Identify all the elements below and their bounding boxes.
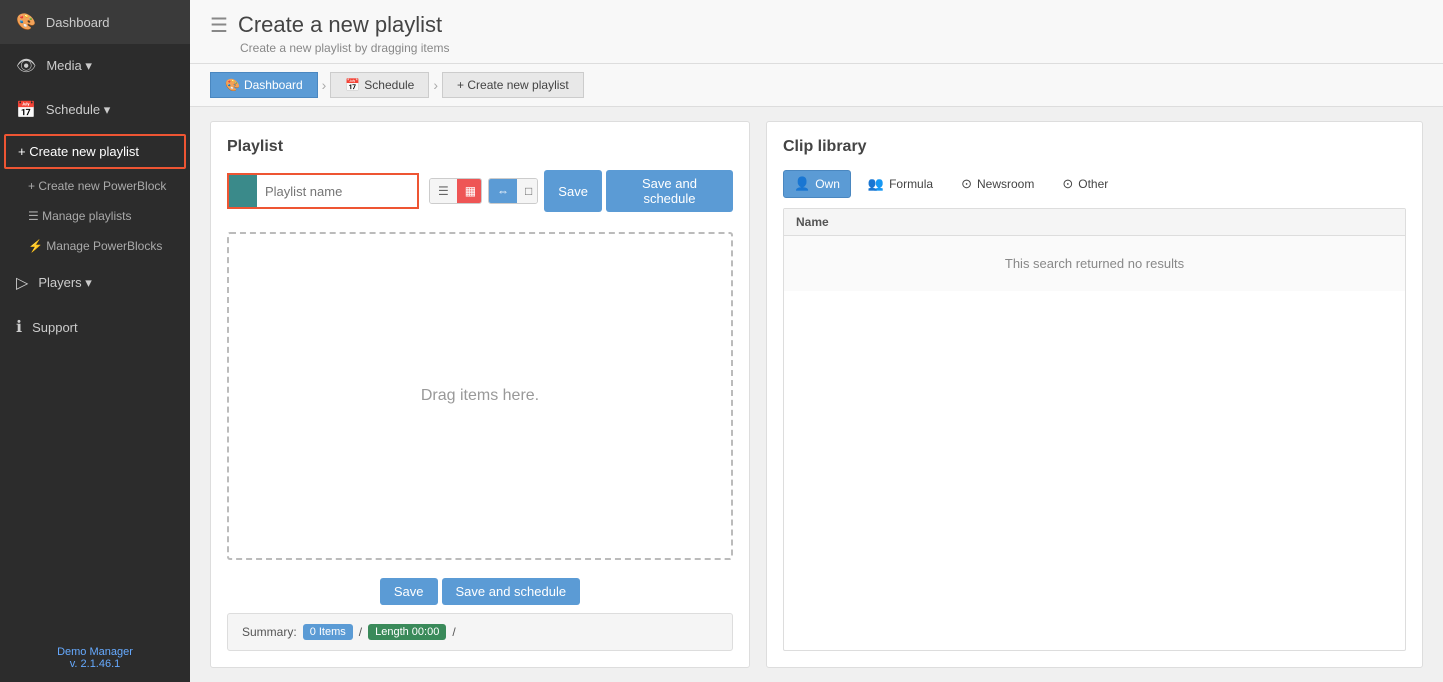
sidebar-label-schedule: Schedule ▾ — [46, 102, 110, 118]
bottom-action-btns: Save Save and schedule — [227, 578, 733, 605]
clip-table-header: Name — [784, 209, 1405, 236]
clip-tab-newsroom[interactable]: ⊙ Newsroom — [950, 170, 1045, 198]
own-tab-icon: 👤 — [794, 176, 810, 192]
breadcrumb-arrow-2: › — [433, 77, 438, 93]
newsroom-tab-label: Newsroom — [977, 177, 1034, 191]
other-tab-label: Other — [1078, 177, 1108, 191]
clip-tab-own[interactable]: 👤 Own — [783, 170, 851, 198]
breadcrumb-arrow-1: › — [322, 77, 327, 93]
players-icon: ▷ — [16, 273, 28, 293]
summary-label: Summary: — [242, 625, 297, 639]
own-tab-label: Own — [815, 177, 840, 191]
sidebar-item-manage-powerblocks[interactable]: ⚡ Manage PowerBlocks — [0, 231, 190, 261]
clip-tabs: 👤 Own 👥 Formula ⊙ Newsroom ⊙ Other — [783, 170, 1406, 198]
clip-library-title: Clip library — [783, 138, 1406, 156]
page-header: ☰ Create a new playlist Create a new pla… — [190, 0, 1443, 64]
top-action-btns: Save Save and schedule — [544, 170, 733, 212]
breadcrumb-schedule[interactable]: 📅 Schedule — [330, 72, 429, 98]
sidebar-item-players[interactable]: ▷ Players ▾ — [0, 261, 190, 305]
save-button-top[interactable]: Save — [544, 170, 602, 212]
length-badge: Length 00:00 — [368, 624, 446, 640]
version-info: Demo Manager v. 2.1.46.1 — [0, 634, 190, 682]
page-title-icon: ☰ — [210, 13, 228, 38]
breadcrumb-schedule-label: Schedule — [364, 78, 414, 92]
toggle-grid-btn[interactable]: ▦ — [457, 179, 482, 203]
breadcrumb-schedule-icon: 📅 — [345, 78, 360, 92]
sidebar-label-dashboard: Dashboard — [46, 15, 110, 30]
formula-tab-label: Formula — [889, 177, 933, 191]
summary-bar: Summary: 0 Items / Length 00:00 / — [227, 613, 733, 651]
breadcrumb-dashboard[interactable]: 🎨 Dashboard — [210, 72, 318, 98]
breadcrumb-create-playlist[interactable]: + Create new playlist — [442, 72, 584, 98]
clip-tab-formula[interactable]: 👥 Formula — [857, 170, 944, 198]
sidebar-item-dashboard[interactable]: 🎨 Dashboard — [0, 0, 190, 44]
sidebar-item-create-powerblock[interactable]: + Create new PowerBlock — [0, 171, 190, 201]
clip-table-empty: This search returned no results — [784, 236, 1405, 291]
sidebar-label-create-playlist: + Create new playlist — [18, 144, 139, 159]
sidebar-item-manage-playlists[interactable]: ☰ Manage playlists — [0, 201, 190, 231]
playlist-controls-row: ☰ ▦ ⇔ □ Save Save and schedule — [227, 170, 733, 212]
version-number: v. 2.1.46.1 — [16, 658, 174, 670]
slash-1: / — [359, 625, 362, 639]
playlist-name-wrapper — [227, 173, 419, 209]
main-content: ☰ Create a new playlist Create a new pla… — [190, 0, 1443, 682]
sidebar-label-create-powerblock: + Create new PowerBlock — [28, 179, 166, 193]
toggle-list-btn[interactable]: ☰ — [430, 179, 457, 203]
schedule-icon: 📅 — [16, 100, 36, 120]
page-title: Create a new playlist — [238, 12, 442, 38]
media-icon: 👁 — [16, 56, 36, 76]
save-schedule-button-top[interactable]: Save and schedule — [606, 170, 733, 212]
breadcrumb-create-label: + Create new playlist — [457, 78, 569, 92]
sidebar-label-players: Players ▾ — [38, 275, 92, 291]
breadcrumb: 🎨 Dashboard › 📅 Schedule › + Create new … — [190, 64, 1443, 107]
playlist-panel: Playlist ☰ ▦ ⇔ □ — [210, 121, 750, 668]
view-toggle-group: ☰ ▦ — [429, 178, 482, 204]
breadcrumb-dashboard-icon: 🎨 — [225, 78, 240, 92]
sidebar-label-manage-playlists: ☰ Manage playlists — [28, 209, 131, 223]
sidebar-item-schedule[interactable]: 📅 Schedule ▾ — [0, 88, 190, 132]
toggle-layout-left-btn[interactable]: ⇔ — [489, 179, 517, 203]
save-button-bottom[interactable]: Save — [380, 578, 438, 605]
page-subtitle: Create a new playlist by dragging items — [210, 41, 1423, 55]
slash-2: / — [452, 625, 455, 639]
toggle-layout-right-btn[interactable]: □ — [517, 179, 538, 203]
sidebar-item-media[interactable]: 👁 Media ▾ — [0, 44, 190, 88]
sidebar-label-media: Media ▾ — [46, 58, 92, 74]
dashboard-icon: 🎨 — [16, 12, 36, 32]
playlist-name-input[interactable] — [257, 179, 417, 204]
clip-library-panel: Clip library 👤 Own 👥 Formula ⊙ Newsroom … — [766, 121, 1423, 668]
other-tab-icon: ⊙ — [1062, 176, 1073, 192]
content-area: Playlist ☰ ▦ ⇔ □ — [190, 107, 1443, 682]
color-swatch[interactable] — [229, 175, 257, 207]
formula-tab-icon: 👥 — [868, 176, 884, 192]
newsroom-tab-icon: ⊙ — [961, 176, 972, 192]
version-label: Demo Manager — [16, 646, 174, 658]
sidebar-item-create-playlist[interactable]: + Create new playlist — [4, 134, 186, 169]
save-schedule-button-bottom[interactable]: Save and schedule — [442, 578, 581, 605]
sidebar-label-manage-powerblocks: ⚡ Manage PowerBlocks — [28, 239, 162, 253]
control-buttons: ☰ ▦ ⇔ □ Save Save and schedule — [429, 170, 733, 212]
page-title-row: ☰ Create a new playlist — [210, 12, 1423, 38]
drag-area-text: Drag items here. — [421, 387, 539, 405]
items-badge: 0 Items — [303, 624, 353, 640]
playlist-panel-title: Playlist — [227, 138, 733, 156]
drag-drop-area: Drag items here. — [227, 232, 733, 560]
support-icon: ℹ — [16, 317, 22, 337]
breadcrumb-dashboard-label: Dashboard — [244, 78, 303, 92]
layout-toggle-group: ⇔ □ — [488, 178, 538, 204]
clip-table: Name This search returned no results — [783, 208, 1406, 651]
sidebar-label-support: Support — [32, 320, 78, 335]
clip-tab-other[interactable]: ⊙ Other — [1051, 170, 1119, 198]
sidebar-item-support[interactable]: ℹ Support — [0, 305, 190, 349]
sidebar: 🎨 Dashboard 👁 Media ▾ 📅 Schedule ▾ + Cre… — [0, 0, 190, 682]
